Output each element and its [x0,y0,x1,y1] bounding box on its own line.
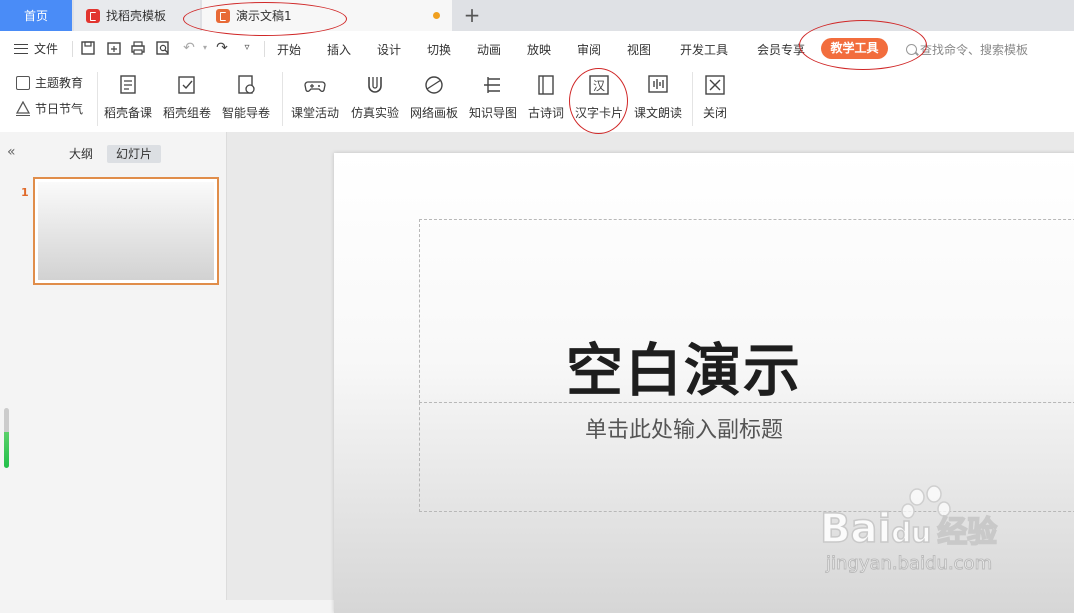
customize-toolbar-icon[interactable]: ▿ [239,40,255,56]
docer-lesson-button[interactable]: 稻壳备课 [104,72,152,126]
docer-exam-button[interactable]: 稻壳组卷 [163,72,211,126]
theme-education-button[interactable]: 主题教育 [16,74,83,91]
print-preview-icon[interactable] [155,40,171,56]
close-icon [705,75,725,95]
hanzi-card-icon: 汉 [589,75,609,95]
watermark-url: jingyan.baidu.com [825,553,993,575]
close-tools-label: 关闭 [703,106,728,120]
network-board-button[interactable]: 网络画板 [410,72,458,126]
audio-wave-icon [648,75,668,93]
ribbon-teaching-tools: 主题教育 节日节气 稻壳备课 稻壳组卷 智能导卷 课堂活动 仿真实验 网络画板 … [0,66,1074,133]
file-menu-label: 文件 [34,42,59,56]
file-menu-button[interactable]: 文件 [14,40,58,57]
watermark-brand-bai: Bai [819,505,892,553]
docer-lesson-label: 稻壳备课 [104,106,153,120]
ancient-poetry-button[interactable]: 古诗词 [528,72,564,126]
menu-review[interactable]: 审阅 [577,41,601,58]
tab-templates-label: 找稻壳模板 [106,9,167,23]
unsaved-indicator-icon [433,12,440,19]
docer-logo-icon [86,8,100,23]
menu-start[interactable]: 开始 [277,41,301,58]
tab-outline[interactable]: 大纲 [60,145,102,163]
export-icon[interactable] [106,40,122,56]
close-tools-button[interactable]: 关闭 [703,72,727,126]
separator [264,41,265,57]
menu-animations[interactable]: 动画 [477,41,501,58]
simulation-label: 仿真实验 [351,106,400,120]
gamepad-icon [304,81,326,92]
poetry-book-icon [538,75,554,95]
tab-bar: 首页 找稻壳模板 演示文稿1 + [0,0,1074,31]
menu-insert[interactable]: 插入 [327,41,351,58]
class-activity-label: 课堂活动 [291,106,340,120]
presentation-file-icon [216,8,230,23]
slide-thumbnail-preview [38,182,214,280]
festival-button[interactable]: 节日节气 [16,100,83,117]
menu-transitions[interactable]: 切换 [427,41,451,58]
exam-paper-icon [178,76,195,94]
hanzi-card-button[interactable]: 汉 汉字卡片 [575,72,623,126]
theme-education-icon [16,75,30,90]
docer-exam-label: 稻壳组卷 [163,106,212,120]
text-reading-button[interactable]: 课文朗读 [634,72,682,126]
simulation-button[interactable]: 仿真实验 [351,72,399,126]
print-icon[interactable] [130,40,146,56]
panel-scrollbar[interactable] [4,408,9,468]
geometry-board-icon [425,76,443,94]
magnet-icon [368,77,382,93]
separator [97,72,98,126]
hanzi-card-label: 汉字卡片 [575,106,624,120]
tab-document-label: 演示文稿1 [236,9,292,23]
festival-label: 节日节气 [35,102,84,116]
slides-panel: « 大纲 幻灯片 1 [0,132,227,600]
smart-import-label: 智能导卷 [222,106,271,120]
separator [692,72,693,126]
ancient-poetry-label: 古诗词 [528,106,565,120]
hamburger-icon [14,43,28,54]
festival-icon [16,100,30,116]
collapse-panel-icon[interactable]: « [7,144,16,160]
search-icon [906,44,917,55]
svg-text:汉: 汉 [593,79,605,93]
undo-icon[interactable]: ↶ [181,40,197,56]
redo-icon[interactable]: ↷ [214,40,230,56]
tab-document[interactable]: 演示文稿1 [202,0,452,31]
command-search[interactable]: 查找命令、搜索模板 [906,41,1028,58]
menu-bar: 文件 ↶ ▾ ↷ ▿ 开始 插入 设计 切换 动画 放映 审阅 视图 开发工具 … [0,31,1074,66]
menu-slideshow[interactable]: 放映 [527,41,551,58]
slide-subtitle: 单击此处输入副标题 [584,418,783,443]
smart-import-icon [238,75,255,94]
tab-home-label: 首页 [23,9,48,23]
save-icon[interactable] [80,40,96,56]
undo-dropdown-icon[interactable]: ▾ [197,40,213,56]
command-search-placeholder: 查找命令、搜索模板 [920,43,1029,57]
separator [72,41,73,57]
theme-education-label: 主题教育 [35,76,84,90]
text-reading-label: 课文朗读 [634,106,683,120]
mind-map-label: 知识导图 [469,106,518,120]
slide-number: 1 [21,186,29,199]
tab-templates[interactable]: 找稻壳模板 [74,0,200,31]
watermark-brand-du: du [890,515,932,550]
watermark-brand: Baidu 经验 [819,505,998,553]
class-activity-button[interactable]: 课堂活动 [291,72,339,126]
slide-thumbnail[interactable] [33,177,219,285]
menu-design[interactable]: 设计 [377,41,401,58]
menu-teaching-tools[interactable]: 教学工具 [821,38,888,59]
tab-home[interactable]: 首页 [0,0,72,31]
slide-title: 空白演示 [566,338,802,404]
separator [282,72,283,126]
network-board-label: 网络画板 [410,106,459,120]
menu-view[interactable]: 视图 [627,41,651,58]
mind-map-button[interactable]: 知识导图 [469,72,517,126]
smart-import-button[interactable]: 智能导卷 [222,72,270,126]
watermark-brand-cn: 经验 [936,514,998,551]
menu-member[interactable]: 会员专享 [757,41,805,58]
new-tab-button[interactable]: + [462,3,482,27]
menu-developer[interactable]: 开发工具 [680,41,728,58]
lesson-plan-icon [120,75,136,94]
tab-slides[interactable]: 幻灯片 [107,145,162,163]
mind-map-icon [484,77,500,93]
